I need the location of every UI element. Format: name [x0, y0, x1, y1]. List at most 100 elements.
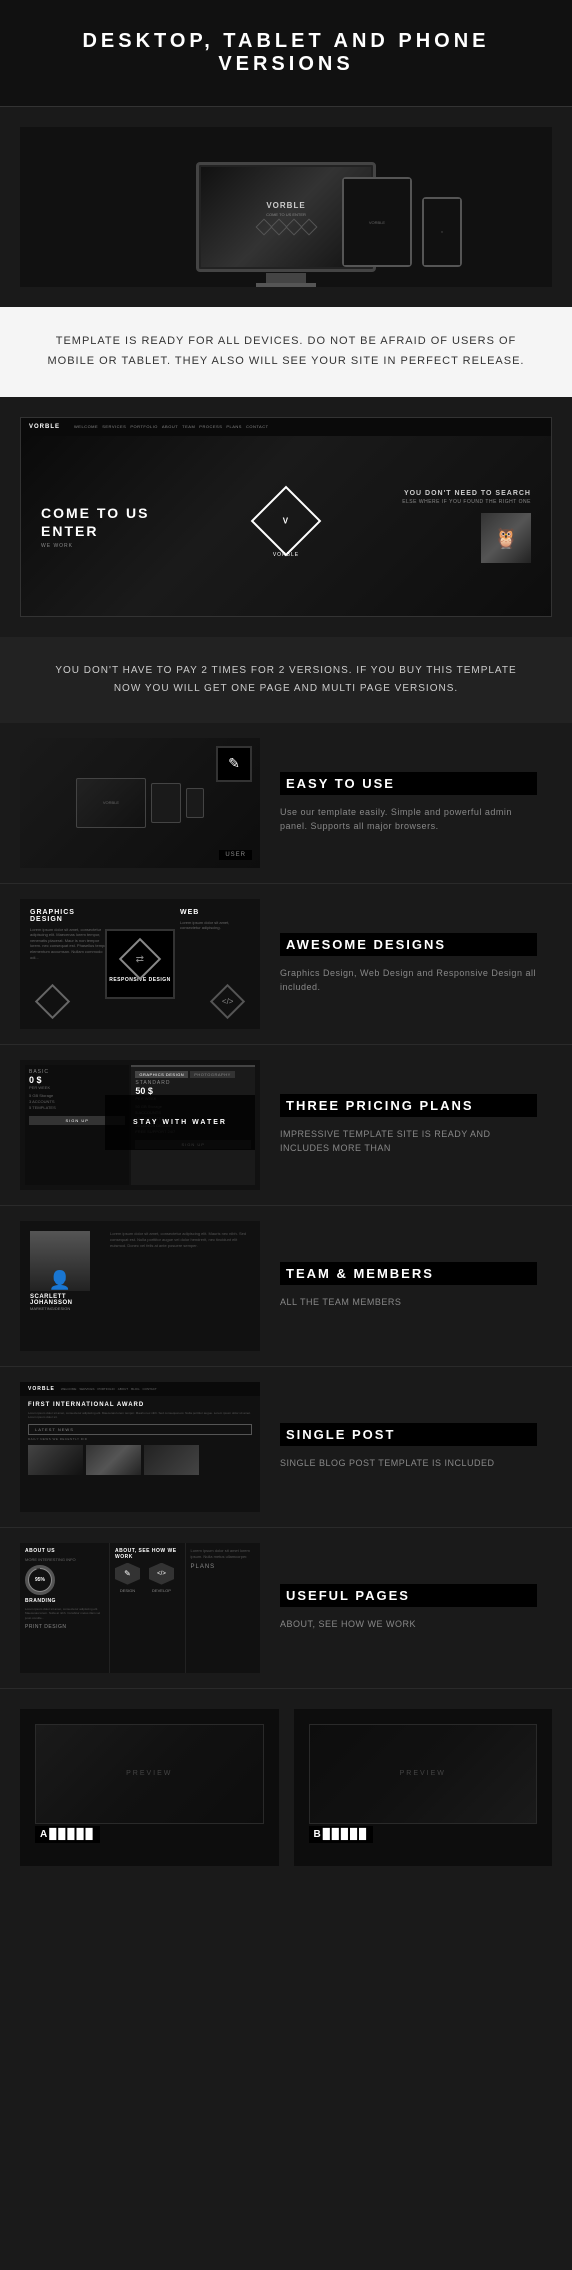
feature-5-content: SINGLE POST SINGLE BLOG POST TEMPLATE IS… — [260, 1382, 552, 1512]
graphics-design-info: GRAPHICS DESIGN Lorem ipsum dolor sit am… — [30, 909, 110, 961]
more-info-label: MORE INTERESTING INFO — [25, 1557, 104, 1562]
responsive-design-icon: ⇄ — [119, 938, 161, 980]
team-preview: 👤 SCARLETT JOHANSSON Marketing/Design Lo… — [20, 1221, 260, 1351]
mini-phone-icon — [186, 788, 204, 818]
feature-3-content: THREE PRICING PLANS IMPRESSIVE TEMPLATE … — [260, 1060, 552, 1190]
branding-percent: 95% — [29, 1569, 51, 1591]
team-member-card: 👤 SCARLETT JOHANSSON Marketing/Design — [30, 1231, 100, 1311]
blog-thumb-1-bg — [28, 1445, 83, 1475]
blog-thumbnails — [28, 1445, 252, 1475]
phone-icon: V — [422, 197, 462, 267]
branding-circle: 95% — [25, 1565, 55, 1595]
feature-2-image: GRAPHICS DESIGN Lorem ipsum dolor sit am… — [20, 899, 260, 1029]
feature-easy-to-use: VORBLE ✎ USER EASY TO USE Use our templa… — [0, 723, 572, 884]
nav-item-services: SERVICES — [102, 424, 126, 429]
about-sections-wrap: ABOUT US MORE INTERESTING INFO 95% BRAND… — [20, 1543, 260, 1673]
feature-2-desc: Graphics Design, Web Design and Responsi… — [280, 966, 537, 995]
preview-logo: VORBLE — [29, 424, 60, 430]
blog-nav-about: ABOUT — [118, 1387, 128, 1391]
preview-hero-right: YOU DON'T NEED TO SEARCH ELSE WHERE IF Y… — [368, 490, 531, 563]
feature-6-image: ABOUT US MORE INTERESTING INFO 95% BRAND… — [20, 1543, 260, 1673]
pricing-image-wrap: BASIC 0 $ PER WEEK 5 GB Storage 3 ACCOUN… — [20, 1060, 260, 1190]
blog-logo: VORBLE — [28, 1386, 55, 1392]
feature-4-image: 👤 SCARLETT JOHANSSON Marketing/Design Lo… — [20, 1221, 260, 1351]
blog-nav-contact: CONTACT — [142, 1387, 156, 1391]
feature-pricing: BASIC 0 $ PER WEEK 5 GB Storage 3 ACCOUN… — [0, 1045, 572, 1206]
feature-1-title: EASY TO USE — [280, 772, 537, 795]
feature-4-title: TEAM & MEMBERS — [280, 1262, 537, 1285]
basic-period: PER WEEK — [29, 1085, 125, 1090]
branding-title: BRANDING — [25, 1598, 104, 1604]
team-member-desc: Lorem ipsum dolor sit amet, consectetur … — [110, 1231, 250, 1249]
feature-1-image: VORBLE ✎ USER — [20, 738, 260, 868]
about-right-panel: Lorem ipsum dolor sit amet lorem ipsum. … — [186, 1543, 261, 1673]
about-preview: ABOUT US MORE INTERESTING INFO 95% BRAND… — [20, 1543, 260, 1673]
feature-1-desc: Use our template easily. Simple and powe… — [280, 805, 537, 834]
feature-6-title: USEFUL PAGES — [280, 1584, 537, 1607]
edit-icon: ✎ — [216, 746, 252, 782]
preview-nav-items: WELCOME SERVICES PORTFOLIO ABOUT TEAM PR… — [74, 424, 269, 429]
design-label: DESIGN — [120, 1588, 135, 1593]
overlay-text: STAY WITH WATER — [133, 1119, 227, 1126]
diamond-left-icon — [40, 989, 65, 1014]
web-design-info: WEB Lorem ipsum dolor sit amet, consecte… — [180, 909, 250, 931]
diamond-right-icon: </> — [215, 989, 240, 1014]
bottom-item-left: PREVIEW A█████ — [20, 1709, 279, 1866]
center-logo-text: V — [283, 516, 288, 525]
preview-hero-center: V VORBLE — [204, 496, 367, 558]
preview-right-sub: ELSE WHERE IF YOU FOUND THE RIGHT ONE — [368, 499, 531, 505]
bottom-right-title: B█████ — [309, 1826, 374, 1843]
nav-item-plans: PLANS — [226, 424, 242, 429]
nav-item-portfolio: PORTFOLIO — [130, 424, 158, 429]
blog-thumb-2 — [86, 1445, 141, 1475]
team-photo-bg: 👤 — [30, 1231, 90, 1291]
feature-4-content: TEAM & MEMBERS ALL THE TEAM MEMBERS — [260, 1221, 552, 1351]
feature-6-content: USEFUL PAGES ABOUT, SEE HOW WE WORK — [260, 1543, 552, 1673]
website-preview-section: VORBLE WELCOME SERVICES PORTFOLIO ABOUT … — [0, 397, 572, 637]
blog-thumb-2-bg — [86, 1445, 141, 1475]
latest-news-button[interactable]: LATEST NEWS — [28, 1424, 252, 1435]
page-header: DESKTOP, TABLET AND PHONE VERSIONS — [0, 0, 572, 107]
double-version-text: YOU DON'T HAVE TO PAY 2 TIMES FOR 2 VERS… — [50, 662, 522, 698]
feature-5-desc: SINGLE BLOG POST TEMPLATE IS INCLUDED — [280, 1456, 537, 1470]
feature-2-title: AWESOME DESIGNS — [280, 933, 537, 956]
latest-news-sub: DAILY NEWS WE RECENTLY DID — [28, 1437, 252, 1441]
plans-info: Lorem ipsum dolor sit amet lorem ipsum. … — [191, 1548, 256, 1560]
print-design-label: PRINT DESIGN — [25, 1624, 104, 1630]
blog-thumb-3-bg — [144, 1445, 199, 1475]
team-member-photo: 👤 — [30, 1231, 90, 1291]
tablet-icon: VORBLE — [342, 177, 412, 267]
about-title: ABOUT US — [25, 1548, 104, 1554]
nav-item-contact: CONTACT — [246, 424, 269, 429]
monitor-base — [256, 283, 316, 287]
feature-3-image: BASIC 0 $ PER WEEK 5 GB Storage 3 ACCOUN… — [20, 1060, 260, 1190]
feature-useful-pages: ABOUT US MORE INTERESTING INFO 95% BRAND… — [0, 1528, 572, 1689]
branding-desc: Lorem ipsum dolor sit amet, consectetur … — [25, 1607, 104, 1621]
devices-section: VORBLE COME TO US ENTER VOR — [0, 107, 572, 307]
preview-nav: VORBLE WELCOME SERVICES PORTFOLIO ABOUT … — [21, 418, 551, 436]
nav-item-about: ABOUT — [162, 424, 178, 429]
bottom-section: PREVIEW A█████ PREVIEW B█████ — [0, 1689, 572, 1886]
feature-2-content: AWESOME DESIGNS Graphics Design, Web Des… — [260, 899, 552, 1029]
feature-3-title: THREE PRICING PLANS — [280, 1094, 537, 1117]
blog-content: FIRST INTERNATIONAL AWARD Lorem ipsum do… — [20, 1396, 260, 1481]
basic-price: 0 $ — [29, 1075, 125, 1085]
team-member-role: Marketing/Design — [30, 1306, 100, 1311]
feature-4-desc: ALL THE TEAM MEMBERS — [280, 1295, 537, 1309]
blog-nav-portfolio: PORTFOLIO — [97, 1387, 114, 1391]
nav-item-welcome: WELCOME — [74, 424, 98, 429]
device-mockup-image: VORBLE COME TO US ENTER VOR — [20, 127, 552, 287]
mini-monitor-icon: VORBLE — [76, 778, 146, 828]
see-how-we-work-title: ABOUT, SEE HOW WE WORK — [115, 1548, 180, 1560]
blog-preview: VORBLE WELCOME SERVICES PORTFOLIO ABOUT … — [20, 1382, 260, 1512]
feature-2-graphics: GRAPHICS DESIGN Lorem ipsum dolor sit am… — [20, 899, 260, 1029]
web-design-title: WEB — [180, 909, 250, 916]
feature-6-desc: ABOUT, SEE HOW WE WORK — [280, 1617, 537, 1631]
bottom-left-image: PREVIEW — [35, 1724, 264, 1824]
bottom-left-title: A█████ — [35, 1826, 100, 1843]
stay-with-water-overlay: STAY WITH WATER — [105, 1095, 255, 1150]
mini-tablet-icon — [151, 783, 181, 823]
design-hex: ✎ — [115, 1563, 140, 1585]
nav-item-team: TEAM — [182, 424, 195, 429]
preview-hero-sub: WE WORK — [41, 543, 204, 549]
